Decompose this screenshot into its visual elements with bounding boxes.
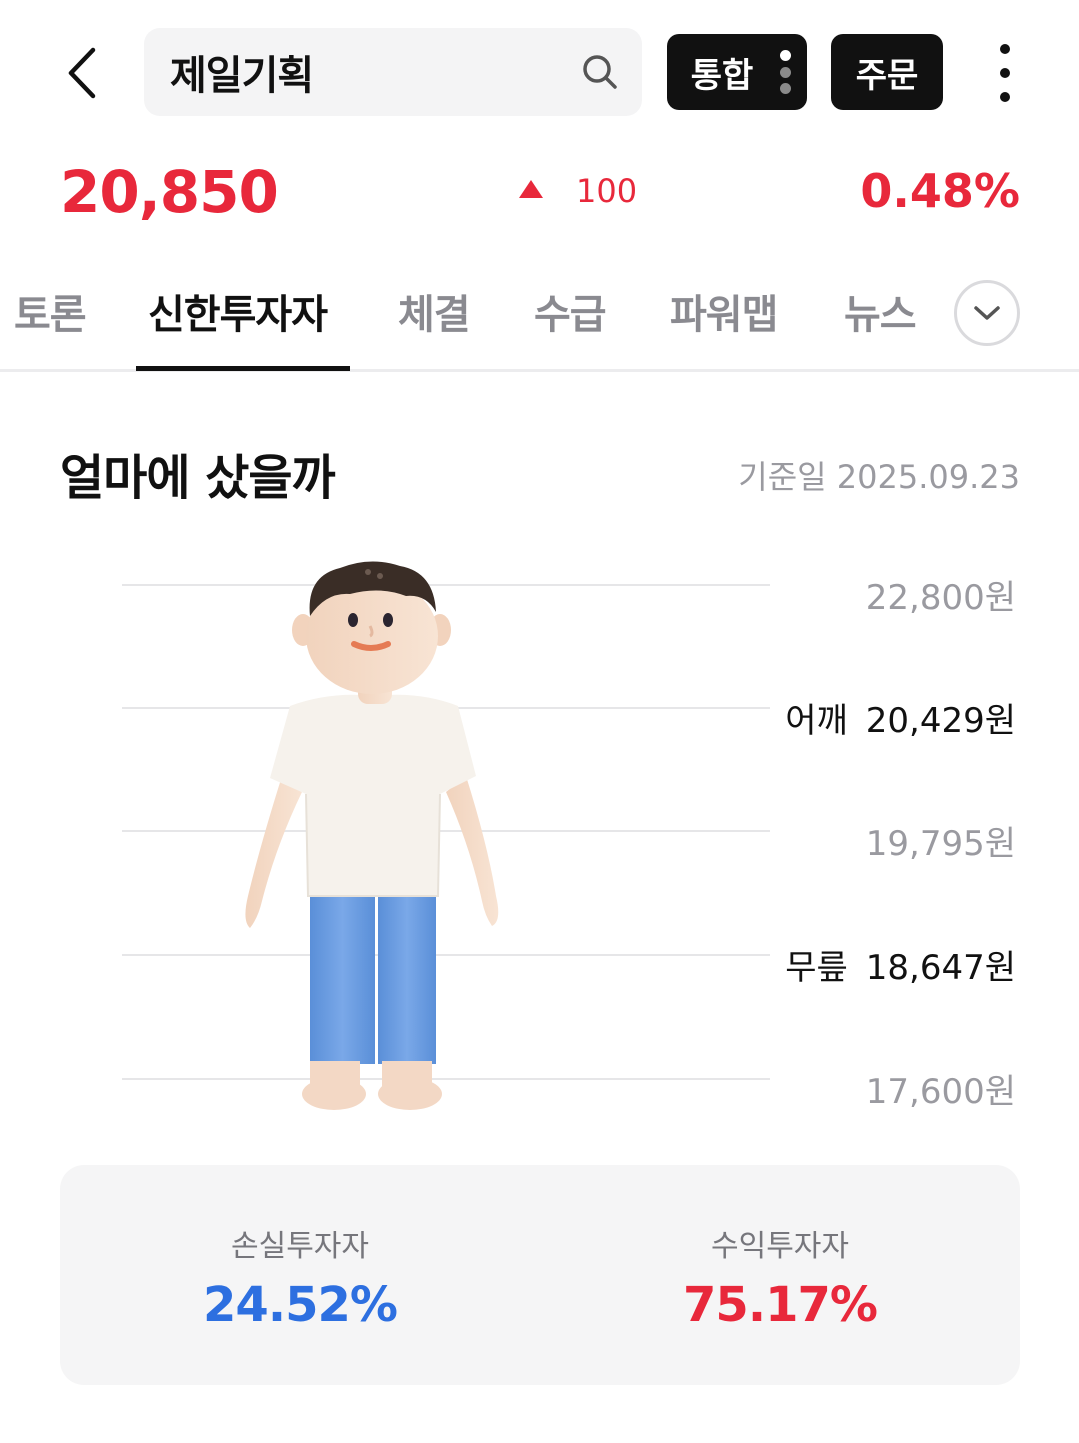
search-icon[interactable] xyxy=(580,52,620,92)
level-label: 무릎 xyxy=(785,948,848,988)
level-middle: 19,795원 xyxy=(866,816,1016,865)
back-button[interactable] xyxy=(52,38,112,108)
integrated-view-button[interactable]: 통합 xyxy=(667,34,807,110)
investor-summary-card: 손실투자자 24.52% 수익투자자 75.17% xyxy=(60,1165,1020,1385)
profit-investors-value: 75.17% xyxy=(683,1277,878,1333)
section-title: 얼마에 샀을까 xyxy=(60,450,336,506)
chevron-down-icon xyxy=(974,306,1000,320)
stock-search-box[interactable]: 제일기획 xyxy=(144,28,642,116)
more-menu-icon[interactable] xyxy=(990,44,1020,102)
tab-bar: 토론 신한투자자 체결 수급 파워맵 뉴스 xyxy=(0,270,1079,372)
profit-investors-label: 수익투자자 xyxy=(711,1229,849,1264)
level-price: 17,600원 xyxy=(865,1072,1016,1112)
price-change: 100 xyxy=(576,172,638,210)
integrated-view-label: 통합 xyxy=(690,55,754,96)
level-price: 19,795원 xyxy=(865,824,1016,864)
up-arrow-icon xyxy=(519,180,543,198)
profit-investors: 수익투자자 75.17% xyxy=(540,1221,1020,1333)
active-tab-indicator xyxy=(136,366,350,371)
top-bar: 제일기획 통합 주문 xyxy=(0,0,1079,140)
level-shoulder: 어깨 20,429원 xyxy=(785,693,1016,742)
tab-power-map[interactable]: 파워맵 xyxy=(670,282,778,340)
expand-tabs-button[interactable] xyxy=(954,280,1020,346)
tab-fade xyxy=(920,270,954,360)
level-top: 22,800원 xyxy=(866,570,1016,619)
order-label: 주문 xyxy=(855,55,919,96)
level-knee: 무릎 18,647원 xyxy=(785,940,1016,989)
chevron-left-icon xyxy=(68,47,96,99)
tab-supply-demand[interactable]: 수급 xyxy=(534,282,607,340)
level-price: 18,647원 xyxy=(865,948,1016,988)
level-price: 22,800원 xyxy=(865,578,1016,618)
kebab-icon xyxy=(779,50,791,94)
loss-investors-value: 24.52% xyxy=(203,1277,398,1333)
stock-name: 제일기획 xyxy=(170,53,314,99)
character-figure xyxy=(245,561,499,1110)
base-date: 기준일 2025.09.23 xyxy=(738,458,1020,496)
current-price: 20,850 xyxy=(60,158,279,226)
loss-investors-label: 손실투자자 xyxy=(231,1229,369,1264)
tab-shinhan-investors[interactable]: 신한투자자 xyxy=(148,282,328,340)
level-label: 어깨 xyxy=(785,701,848,741)
order-button[interactable]: 주문 xyxy=(831,34,943,110)
tab-trades[interactable]: 체결 xyxy=(398,282,471,340)
level-price: 20,429원 xyxy=(865,701,1016,741)
loss-investors: 손실투자자 24.52% xyxy=(60,1221,540,1333)
price-change-percent: 0.48% xyxy=(860,164,1020,218)
tab-discussion[interactable]: 토론 xyxy=(14,282,87,340)
tab-news[interactable]: 뉴스 xyxy=(844,282,917,340)
level-bottom: 17,600원 xyxy=(866,1064,1016,1113)
